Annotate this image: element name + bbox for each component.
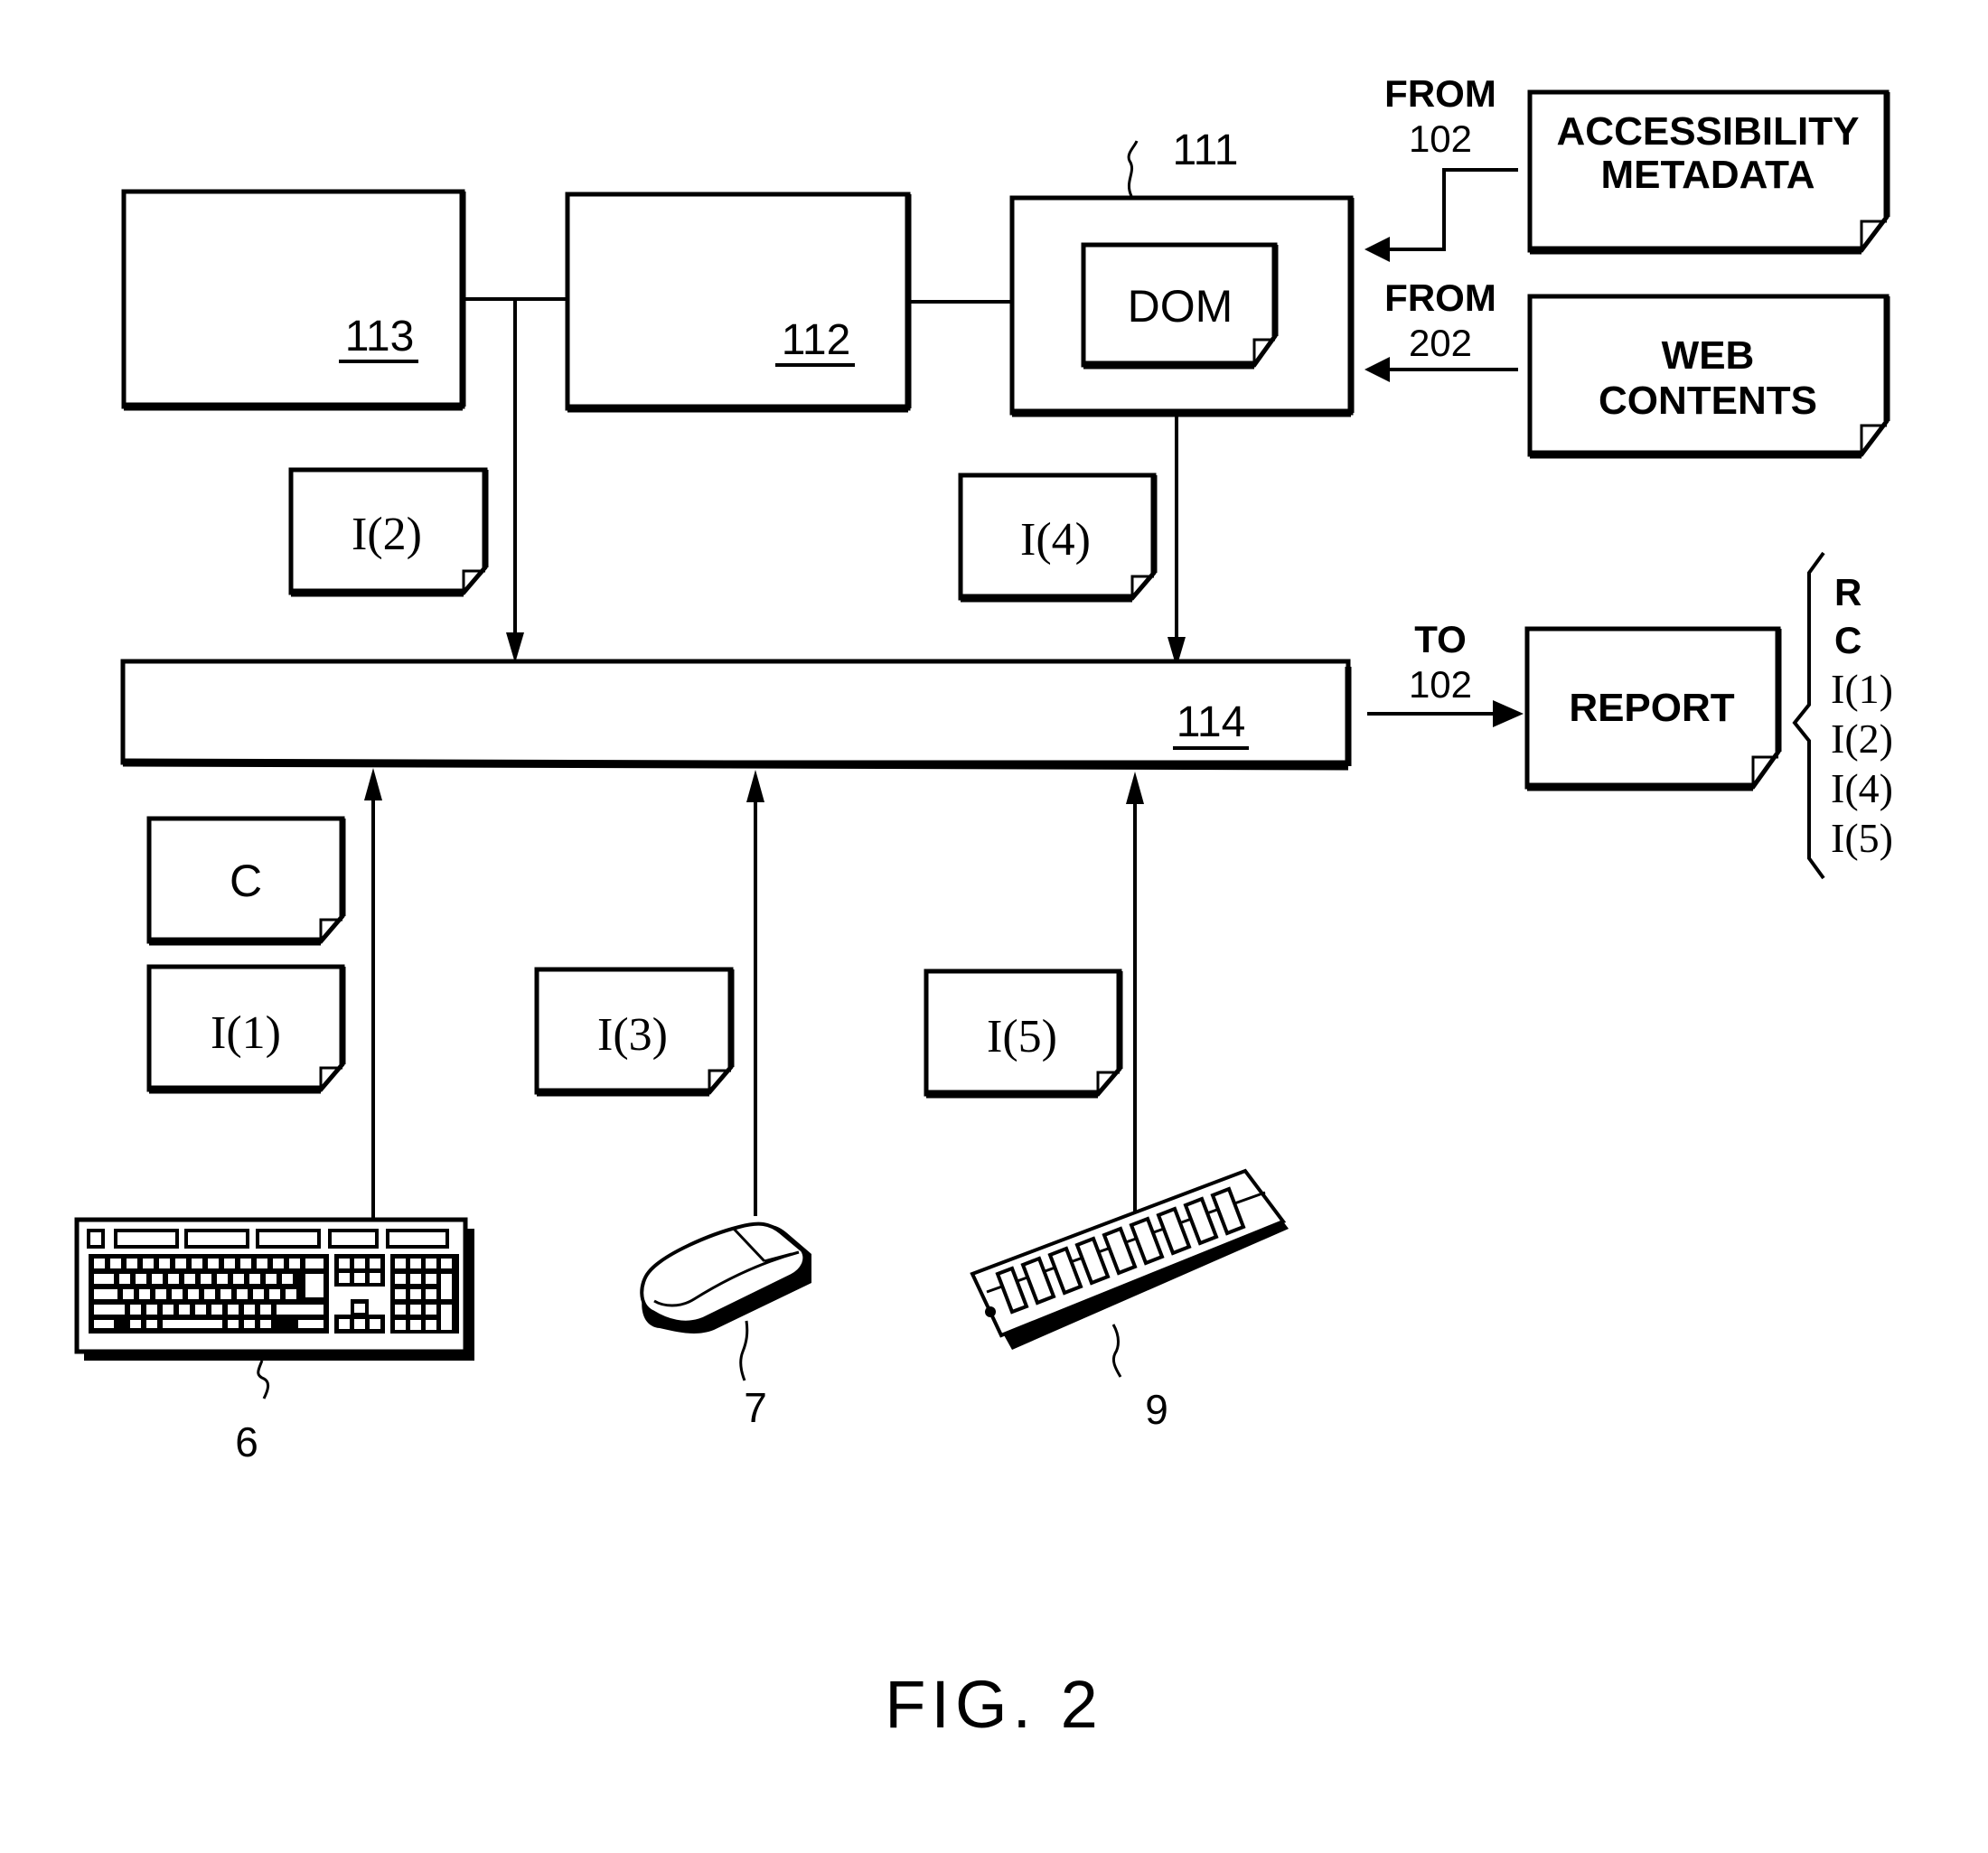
info-doc-i2-label: I(2) bbox=[352, 509, 422, 560]
dom-document: DOM bbox=[1081, 242, 1279, 370]
report-document: REPORT bbox=[1524, 626, 1782, 791]
info-doc-i5: I(5) bbox=[924, 969, 1123, 1099]
arrowhead-bus-to-114 bbox=[506, 632, 524, 663]
from-202-line2: 202 bbox=[1409, 322, 1472, 364]
block-113: 113 bbox=[121, 189, 466, 411]
info-doc-i4-label: I(4) bbox=[1020, 514, 1091, 566]
to-102-line1: TO bbox=[1414, 618, 1467, 660]
report-content-item: I(2) bbox=[1831, 716, 1893, 762]
info-doc-i5-label: I(5) bbox=[987, 1011, 1057, 1062]
block-114: 114 bbox=[120, 659, 1352, 771]
mouse-leader-line bbox=[739, 1320, 749, 1381]
block-111-leader-line bbox=[1127, 140, 1139, 197]
info-doc-i1-label: I(1) bbox=[211, 1007, 281, 1059]
report-content-item: C bbox=[1834, 619, 1861, 661]
from-102-line2: 102 bbox=[1409, 117, 1472, 160]
from-202-line1: FROM bbox=[1384, 276, 1496, 319]
keyboard-ref: 6 bbox=[235, 1418, 258, 1465]
from-102-line1: FROM bbox=[1384, 72, 1496, 115]
dom-label: DOM bbox=[1128, 281, 1233, 332]
block-111-ref: 111 bbox=[1173, 126, 1239, 174]
memory-leader-line bbox=[1111, 1324, 1122, 1378]
web-contents-label-line1: WEB bbox=[1662, 333, 1755, 378]
web-contents-document: WEB CONTENTS bbox=[1527, 294, 1890, 459]
keyboard-icon bbox=[74, 1217, 474, 1361]
web-contents-label-line2: CONTENTS bbox=[1599, 379, 1817, 423]
block-113-ref: 113 bbox=[345, 313, 415, 360]
report-contents-brace bbox=[1792, 551, 1825, 880]
arrow-accessibility-to-111 bbox=[1371, 168, 1518, 254]
memory-module-icon bbox=[970, 1168, 1289, 1350]
block-114-ref: 114 bbox=[1177, 698, 1246, 746]
to-102-line2: 102 bbox=[1409, 663, 1472, 706]
report-content-item: I(5) bbox=[1831, 815, 1893, 861]
report-content-item: I(4) bbox=[1831, 765, 1893, 811]
mouse-icon bbox=[640, 1221, 811, 1334]
report-label: REPORT bbox=[1569, 686, 1734, 730]
info-doc-i1: I(1) bbox=[146, 964, 346, 1094]
accessibility-label-line1: ACCESSIBILITY bbox=[1557, 109, 1860, 154]
info-doc-i4: I(4) bbox=[958, 473, 1158, 603]
report-content-item: I(1) bbox=[1831, 666, 1893, 712]
mouse-ref: 7 bbox=[744, 1384, 767, 1431]
arrowhead-mouse bbox=[746, 770, 764, 802]
info-doc-i3: I(3) bbox=[534, 967, 735, 1097]
accessibility-label-line2: METADATA bbox=[1600, 153, 1815, 197]
arrowhead-report bbox=[1493, 700, 1524, 727]
arrowhead-memory bbox=[1126, 772, 1144, 804]
info-doc-i3-label: I(3) bbox=[597, 1009, 668, 1061]
arrowhead-accessibility bbox=[1364, 237, 1390, 262]
arrowhead-keyboard bbox=[364, 768, 382, 800]
block-112-ref: 112 bbox=[782, 316, 851, 364]
info-doc-c-label: C bbox=[230, 856, 262, 906]
arrowhead-web bbox=[1364, 357, 1390, 382]
info-doc-i2: I(2) bbox=[288, 467, 489, 597]
block-112: 112 bbox=[565, 192, 912, 413]
figure-caption: FIG. 2 bbox=[885, 1667, 1103, 1742]
info-doc-c: C bbox=[146, 816, 346, 946]
keyboard-leader-line bbox=[257, 1360, 270, 1399]
memory-ref: 9 bbox=[1145, 1386, 1168, 1433]
figure-canvas: 113 112 111 DOM ACCESSIBILITY METADATA F bbox=[74, 72, 1893, 1742]
accessibility-metadata-document: ACCESSIBILITY METADATA bbox=[1527, 89, 1890, 255]
report-contents-list: R C I(1) I(2) I(4) I(5) bbox=[1831, 571, 1893, 861]
report-content-item: R bbox=[1834, 571, 1861, 613]
